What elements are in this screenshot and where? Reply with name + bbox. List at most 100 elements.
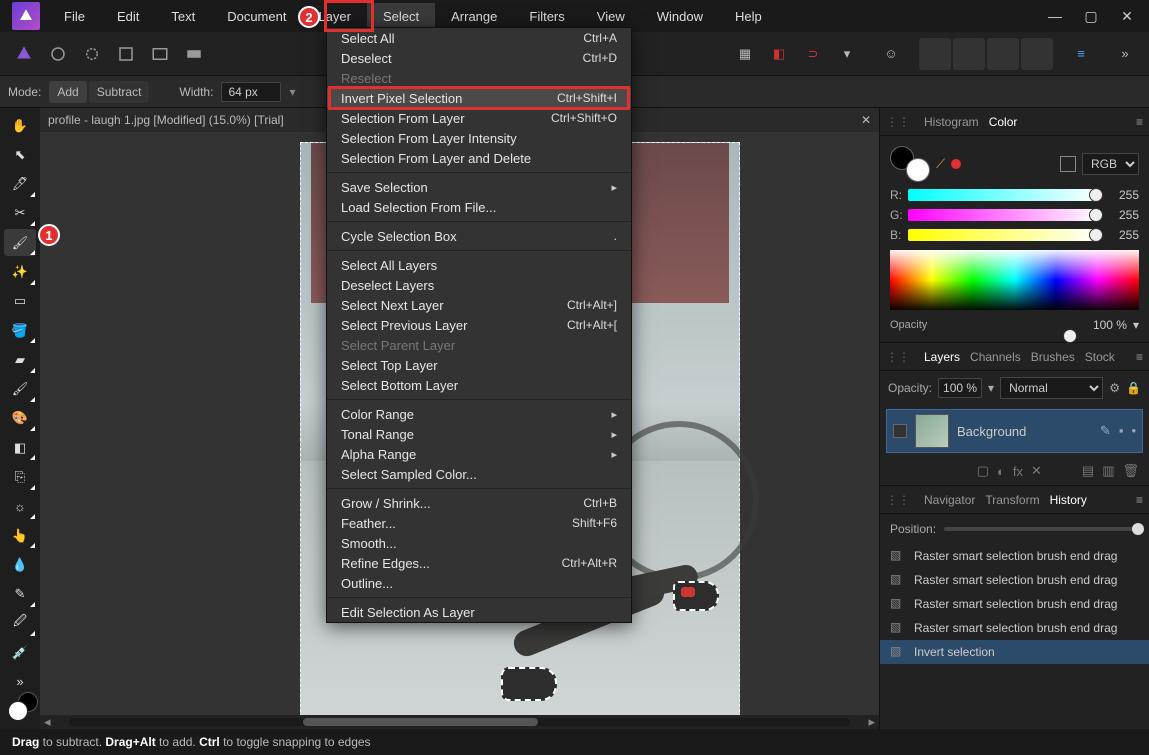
layer-row[interactable]: Background ✎ ▪ • xyxy=(886,409,1143,453)
panel-options-icon[interactable]: ≡ xyxy=(1136,350,1143,364)
drag-handle-icon[interactable]: ⋮⋮ xyxy=(886,350,910,364)
opacity-value[interactable]: 100 % xyxy=(1079,318,1127,332)
tb-slot-1[interactable] xyxy=(919,38,951,70)
grid-icon[interactable]: ▦ xyxy=(729,38,761,70)
toolbar-overflow-icon[interactable]: » xyxy=(1109,38,1141,70)
swatch-pair[interactable] xyxy=(890,146,930,182)
history-item[interactable]: ▧Raster smart selection brush end drag xyxy=(880,568,1149,592)
channel-value[interactable]: 255 xyxy=(1105,228,1139,242)
adjustment-icon[interactable]: ◐ xyxy=(997,464,1005,479)
menu-item-select-all[interactable]: Select AllCtrl+A xyxy=(327,28,631,48)
channel-slider[interactable] xyxy=(908,229,1099,241)
tab-stock[interactable]: Stock xyxy=(1085,350,1115,364)
menu-item-feather-[interactable]: Feather...Shift+F6 xyxy=(327,513,631,533)
color-well-icon[interactable] xyxy=(1060,156,1076,172)
menu-filters[interactable]: Filters xyxy=(513,3,580,30)
crop-tool-icon[interactable]: ✂ xyxy=(4,200,36,227)
tab-transform[interactable]: Transform xyxy=(985,493,1039,507)
layer-lock-icon[interactable]: ▪ xyxy=(1119,423,1124,439)
tab-histogram[interactable]: Histogram xyxy=(924,115,979,129)
chevron-down-icon[interactable]: ▾ xyxy=(988,381,994,395)
width-input[interactable] xyxy=(221,82,281,102)
tb-slot-3[interactable] xyxy=(987,38,1019,70)
mask-icon[interactable]: ▢ xyxy=(977,463,989,479)
channel-value[interactable]: 255 xyxy=(1105,188,1139,202)
minimize-button[interactable]: — xyxy=(1037,2,1073,30)
color-picker-tool-icon[interactable]: 🖊 xyxy=(4,171,36,198)
menu-item-save-selection[interactable]: Save Selection xyxy=(327,177,631,197)
tab-navigator[interactable]: Navigator xyxy=(924,493,975,507)
add-layer-icon[interactable]: ▤ xyxy=(1082,463,1094,479)
menu-item-alpha-range[interactable]: Alpha Range xyxy=(327,444,631,464)
blur-tool-icon[interactable]: 💧 xyxy=(4,551,36,578)
persona-photo-icon[interactable] xyxy=(8,38,40,70)
close-window-button[interactable]: ✕ xyxy=(1109,2,1145,30)
menu-item-selection-from-layer[interactable]: Selection From LayerCtrl+Shift+O xyxy=(327,108,631,128)
menu-help[interactable]: Help xyxy=(719,3,778,30)
persona-develop-icon[interactable] xyxy=(76,38,108,70)
dodge-tool-icon[interactable]: ☼ xyxy=(4,493,36,520)
menu-text[interactable]: Text xyxy=(155,3,211,30)
marquee-tool-icon[interactable]: ▭ xyxy=(4,288,36,315)
snapping-icon[interactable]: ⊃ xyxy=(797,38,829,70)
history-position-slider[interactable] xyxy=(944,527,1139,531)
menu-item-color-range[interactable]: Color Range xyxy=(327,404,631,424)
menu-item-select-previous-layer[interactable]: Select Previous LayerCtrl+Alt+[ xyxy=(327,315,631,335)
color-mode-select[interactable]: RGB xyxy=(1082,153,1139,175)
channel-value[interactable]: 255 xyxy=(1105,208,1139,222)
layer-opacity-value[interactable]: 100 % xyxy=(938,378,982,398)
drag-handle-icon[interactable]: ⋮⋮ xyxy=(886,493,910,507)
erase-tool-icon[interactable]: ◧ xyxy=(4,434,36,461)
menu-item-select-sampled-color-[interactable]: Select Sampled Color... xyxy=(327,464,631,484)
panel-options-icon[interactable]: ≡ xyxy=(1136,115,1143,129)
channel-slider[interactable] xyxy=(908,189,1099,201)
history-item[interactable]: ▧Raster smart selection brush end drag xyxy=(880,592,1149,616)
menu-view[interactable]: View xyxy=(581,3,641,30)
maximize-button[interactable]: ▢ xyxy=(1073,2,1109,30)
menu-item-load-selection-from-file-[interactable]: Load Selection From File... xyxy=(327,197,631,217)
menu-file[interactable]: File xyxy=(48,3,101,30)
move-tool-icon[interactable]: ⬉ xyxy=(4,141,36,168)
menu-arrange[interactable]: Arrange xyxy=(435,3,513,30)
menu-item-selection-from-layer-intensity[interactable]: Selection From Layer Intensity xyxy=(327,128,631,148)
hand-tool-icon[interactable]: ✋ xyxy=(4,112,36,139)
paint-brush-tool-icon[interactable]: 🖌 xyxy=(4,376,36,403)
gradient-tool-icon[interactable]: ▰ xyxy=(4,346,36,373)
group-icon[interactable]: ▥ xyxy=(1102,463,1114,479)
tab-history[interactable]: History xyxy=(1050,493,1087,507)
align-icon[interactable]: ≡ xyxy=(1065,38,1097,70)
eyedropper-tool-icon[interactable]: 💉 xyxy=(4,639,36,666)
tab-color[interactable]: Color xyxy=(989,115,1018,129)
persona-export-icon[interactable] xyxy=(144,38,176,70)
persona-tone-icon[interactable] xyxy=(110,38,142,70)
delete-layer-icon[interactable]: 🗑 xyxy=(1122,463,1139,479)
color-picker-field[interactable] xyxy=(890,250,1139,310)
blend-mode-select[interactable]: Normal xyxy=(1000,377,1103,399)
layer-visibility-checkbox[interactable] xyxy=(893,424,907,438)
layer-edit-icon[interactable]: ✎ xyxy=(1100,423,1111,439)
lock-icon[interactable]: 🔒 xyxy=(1126,381,1141,395)
menu-item-edit-selection-as-layer[interactable]: Edit Selection As Layer xyxy=(327,602,631,622)
mesh-tool-icon[interactable]: 🖉 xyxy=(4,610,36,637)
color-swatch[interactable] xyxy=(8,698,32,721)
history-item[interactable]: ▧Raster smart selection brush end drag xyxy=(880,616,1149,640)
fx-icon[interactable]: fx xyxy=(1013,464,1023,479)
menu-item-select-bottom-layer[interactable]: Select Bottom Layer xyxy=(327,375,631,395)
menu-edit[interactable]: Edit xyxy=(101,3,155,30)
panel-options-icon[interactable]: ≡ xyxy=(1136,493,1143,507)
menu-item-outline-[interactable]: Outline... xyxy=(327,573,631,593)
history-item[interactable]: ▧Invert selection xyxy=(880,640,1149,664)
menu-item-selection-from-layer-and-delete[interactable]: Selection From Layer and Delete xyxy=(327,148,631,168)
split-icon[interactable]: ◧ xyxy=(763,38,795,70)
history-item[interactable]: ▧Raster smart selection brush end drag xyxy=(880,544,1149,568)
eyedropper-icon[interactable]: ⟋ xyxy=(936,156,945,172)
drag-handle-icon[interactable]: ⋮⋮ xyxy=(886,115,910,129)
tab-layers[interactable]: Layers xyxy=(924,350,960,364)
menu-item-select-next-layer[interactable]: Select Next LayerCtrl+Alt+] xyxy=(327,295,631,315)
persona-panorama-icon[interactable] xyxy=(178,38,210,70)
chevron-down-icon[interactable]: ▾ xyxy=(1133,318,1139,332)
menu-item-refine-edges-[interactable]: Refine Edges...Ctrl+Alt+R xyxy=(327,553,631,573)
flood-select-tool-icon[interactable]: ✨ xyxy=(4,258,36,285)
menu-item-deselect[interactable]: DeselectCtrl+D xyxy=(327,48,631,68)
menu-item-grow-shrink-[interactable]: Grow / Shrink...Ctrl+B xyxy=(327,493,631,513)
